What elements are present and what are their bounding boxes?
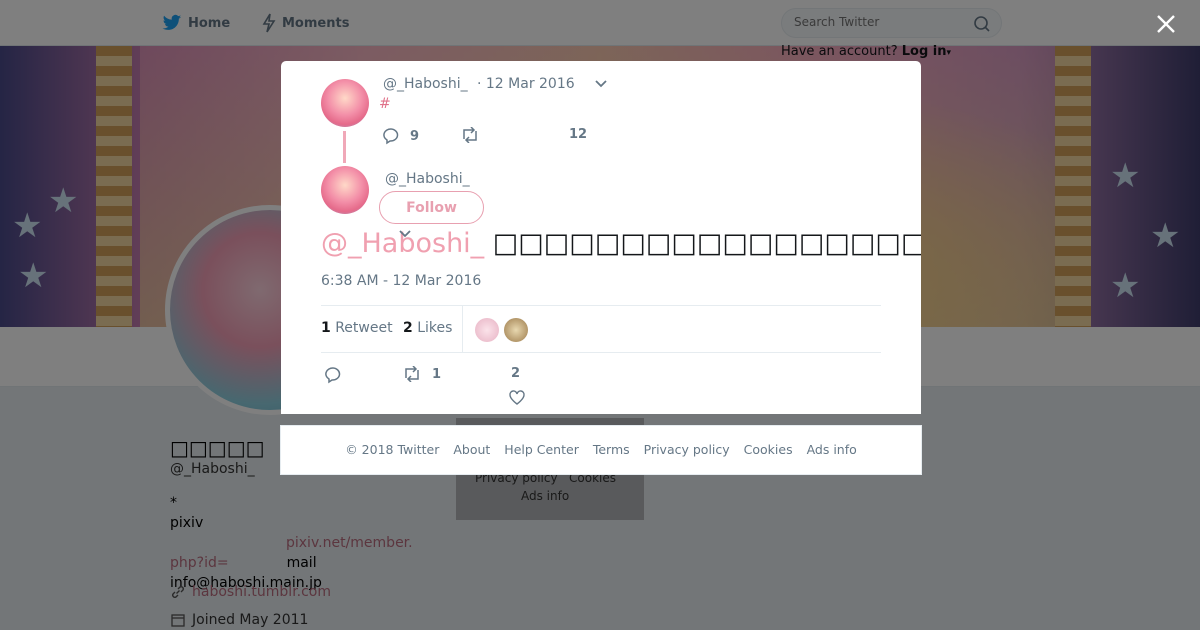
likes-stat-count: 2 [403,320,413,336]
reply-button[interactable]: 9 [382,127,419,145]
retweet-stat[interactable]: 1 Retweet [321,320,393,336]
like-count: 12 [569,127,588,142]
tweet-permalink-modal: @_Haboshi_ · 12 Mar 2016 # 9 12 @_Habosh… [281,61,921,414]
reply-count: 9 [410,128,420,144]
stats-divider [462,306,463,353]
avatar[interactable] [321,79,369,127]
reply-icon [325,367,341,384]
retweet-button[interactable] [460,127,480,143]
tweet-body: □□□□□□□□□□□□□□□□□□□□□( .. )□□□□□□□□□□□□□… [492,228,921,259]
reply-icon [383,128,399,145]
like-button[interactable]: 12 [569,127,587,142]
avatar[interactable] [321,166,369,214]
footer-copyright: © 2018 Twitter [345,442,440,457]
tweet-timestamp: 6:38 AM - 12 Mar 2016 [321,273,482,289]
retweet-count: 1 [432,366,442,382]
like-count: 2 [511,366,521,381]
thread-connector [343,131,346,163]
likes-stat-label: Likes [417,320,453,336]
tweet-author-handle[interactable]: @_Haboshi_ [385,171,470,187]
retweet-stat-label: Retweet [335,320,393,336]
reply-button[interactable] [324,366,342,384]
parent-tweet-hashtag[interactable]: # [379,96,391,112]
footer: © 2018 Twitter About Help Center Terms P… [280,425,922,475]
retweet-button[interactable]: 1 [402,366,441,382]
footer-cookies[interactable]: Cookies [744,442,793,457]
liker-avatar[interactable] [475,318,499,342]
retweet-icon [463,127,477,143]
footer-privacy[interactable]: Privacy policy [644,442,730,457]
chevron-down-icon[interactable] [398,229,412,239]
footer-terms[interactable]: Terms [593,442,630,457]
follow-button[interactable]: Follow [379,191,484,224]
footer-about[interactable]: About [453,442,490,457]
chevron-down-icon[interactable] [594,79,608,89]
footer-links: © 2018 Twitter About Help Center Terms P… [281,442,921,457]
heart-icon[interactable] [509,390,525,405]
footer-ads[interactable]: Ads info [807,442,857,457]
liker-avatar[interactable] [504,318,528,342]
likes-stat[interactable]: 2 Likes [403,320,452,336]
parent-tweet-date[interactable]: · 12 Mar 2016 [477,76,575,92]
retweet-stat-count: 1 [321,320,331,336]
close-icon[interactable] [1154,12,1178,36]
parent-tweet-handle[interactable]: @_Haboshi_ [383,76,468,92]
tweet-stats: 1 Retweet 2 Likes [321,305,881,353]
retweet-icon [405,366,419,382]
footer-help[interactable]: Help Center [504,442,579,457]
like-button[interactable]: 2 [511,366,520,381]
